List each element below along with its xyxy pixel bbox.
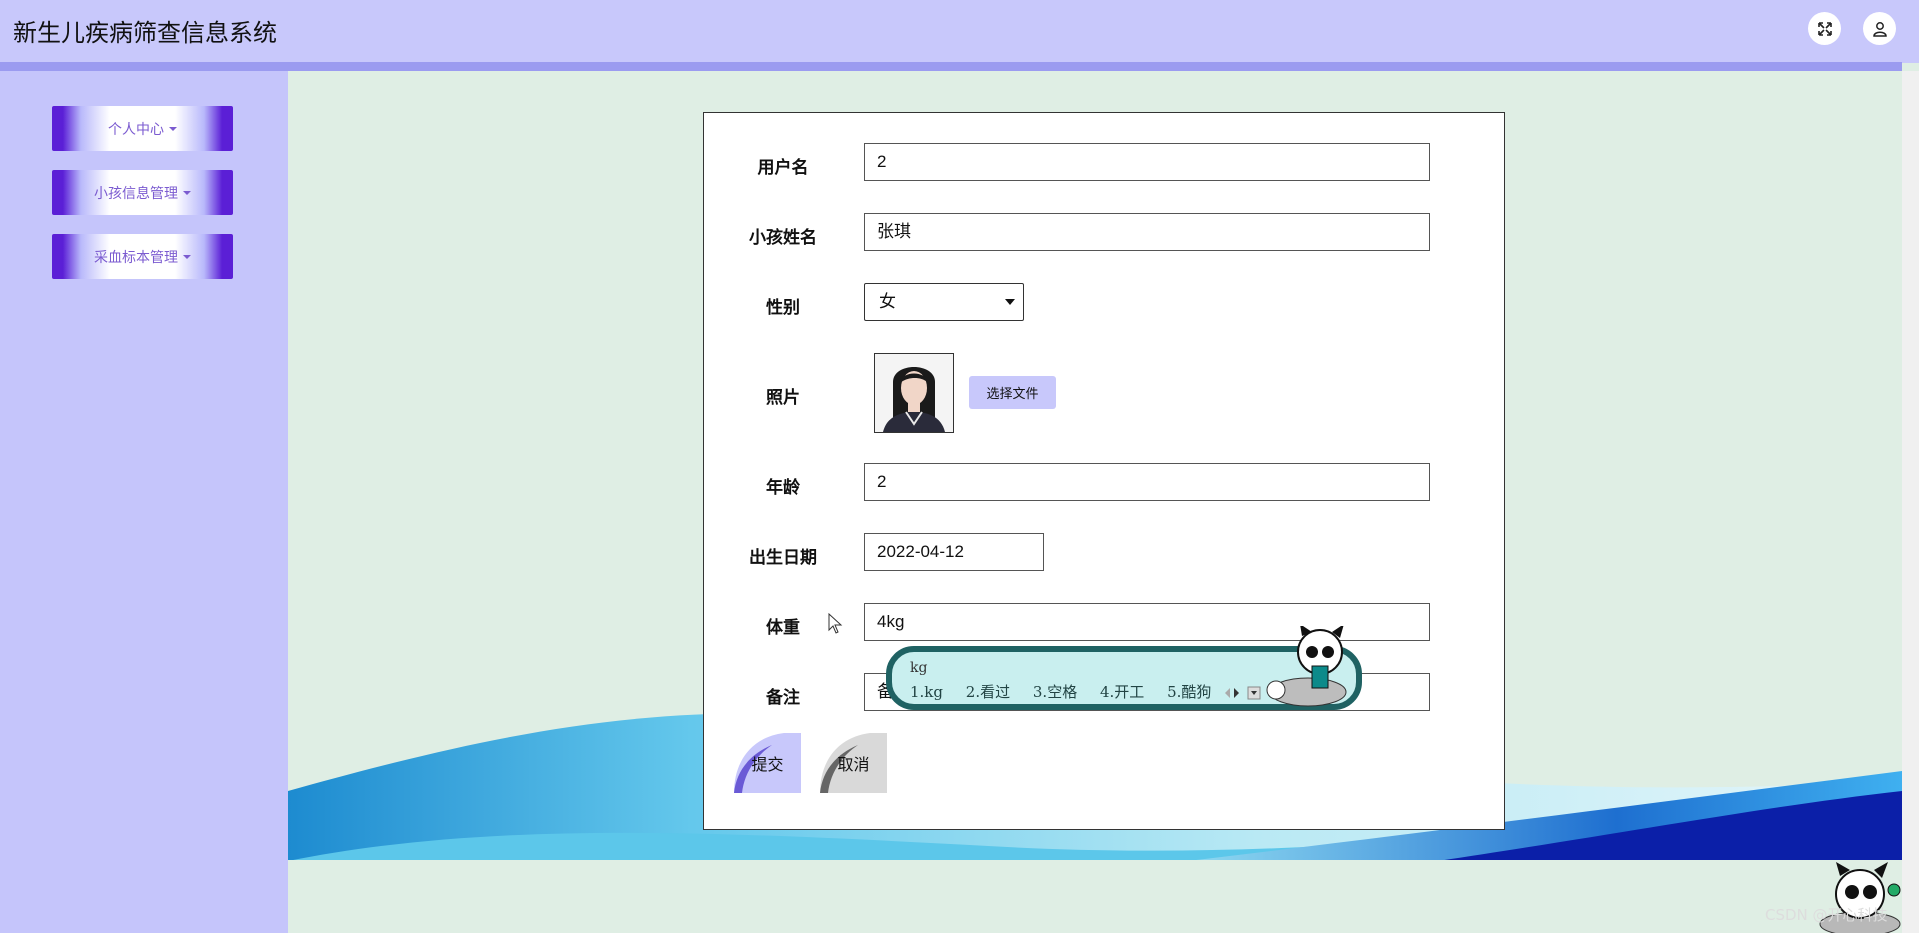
caret-down-icon: [183, 254, 191, 259]
mouse-cursor-icon: [828, 613, 843, 634]
gender-select[interactable]: 女: [864, 283, 1024, 321]
ime-candidate[interactable]: 3.空格: [1033, 683, 1077, 701]
ime-candidate[interactable]: 5.酷狗: [1167, 683, 1211, 701]
choose-file-button[interactable]: 选择文件: [969, 376, 1056, 409]
watermark: CSDN @开心科技: [1765, 906, 1888, 924]
gender-label: 性别: [766, 298, 800, 318]
childname-input[interactable]: 张琪: [864, 213, 1430, 251]
ime-candidate-window[interactable]: kg 1.kg 2.看过 3.空格 4.开工 5.酷狗: [886, 626, 1362, 710]
ime-candidate[interactable]: 1.kg: [910, 683, 943, 701]
ime-cat-mascot-icon: [1266, 626, 1347, 707]
caret-down-icon: [183, 190, 191, 195]
cancel-button[interactable]: 取消: [820, 733, 887, 793]
birthdate-input[interactable]: 2022-04-12: [864, 533, 1044, 571]
age-input[interactable]: 2: [864, 463, 1430, 501]
submit-button-label: 提交: [751, 755, 784, 774]
ime-candidate[interactable]: 2.看过: [966, 683, 1010, 701]
child-photo: [874, 353, 954, 433]
username-label: 用户名: [757, 158, 809, 178]
caret-down-icon: [169, 126, 177, 131]
app-title: 新生儿疾病筛查信息系统: [13, 19, 277, 47]
ime-page-arrows-icon[interactable]: [1224, 686, 1264, 700]
sidebar-item-blood-sample[interactable]: 采血标本管理: [52, 234, 233, 279]
sidebar-item-child-info[interactable]: 小孩信息管理: [52, 170, 233, 215]
childname-label: 小孩姓名: [749, 228, 817, 248]
age-label: 年龄: [766, 478, 800, 498]
ime-candidate-list: 1.kg 2.看过 3.空格 4.开工 5.酷狗: [910, 681, 1229, 702]
username-input[interactable]: 2: [864, 143, 1430, 181]
sidebar-item-personal-center[interactable]: 个人中心: [52, 106, 233, 151]
cancel-button-label: 取消: [837, 755, 870, 774]
top-header: 新生儿疾病筛查信息系统: [0, 0, 1919, 71]
gender-selected-value: 女: [879, 292, 896, 311]
expand-arrows-icon: [1817, 21, 1832, 36]
birthdate-label: 出生日期: [749, 548, 817, 568]
portrait-image: [875, 354, 953, 432]
sidebar: 个人中心 小孩信息管理 采血标本管理: [0, 71, 288, 933]
user-button[interactable]: [1863, 12, 1896, 45]
header-divider: [0, 62, 1902, 71]
chevron-down-icon: [1005, 299, 1015, 305]
child-info-form: 用户名 2 小孩姓名 张琪 性别 女 照片 选择文件 年龄 2 出生日期 202…: [703, 112, 1505, 830]
note-label: 备注: [766, 688, 800, 708]
user-icon: [1872, 21, 1887, 37]
submit-button[interactable]: 提交: [734, 733, 801, 793]
ime-candidate[interactable]: 4.开工: [1100, 683, 1144, 701]
photo-label: 照片: [766, 388, 800, 408]
sidebar-item-label: 采血标本管理: [94, 249, 178, 266]
fullscreen-button[interactable]: [1808, 12, 1841, 45]
vertical-scrollbar[interactable]: [1902, 71, 1919, 933]
sidebar-item-label: 小孩信息管理: [94, 185, 178, 202]
sidebar-item-label: 个人中心: [108, 121, 164, 138]
ime-composition: kg: [910, 660, 928, 676]
